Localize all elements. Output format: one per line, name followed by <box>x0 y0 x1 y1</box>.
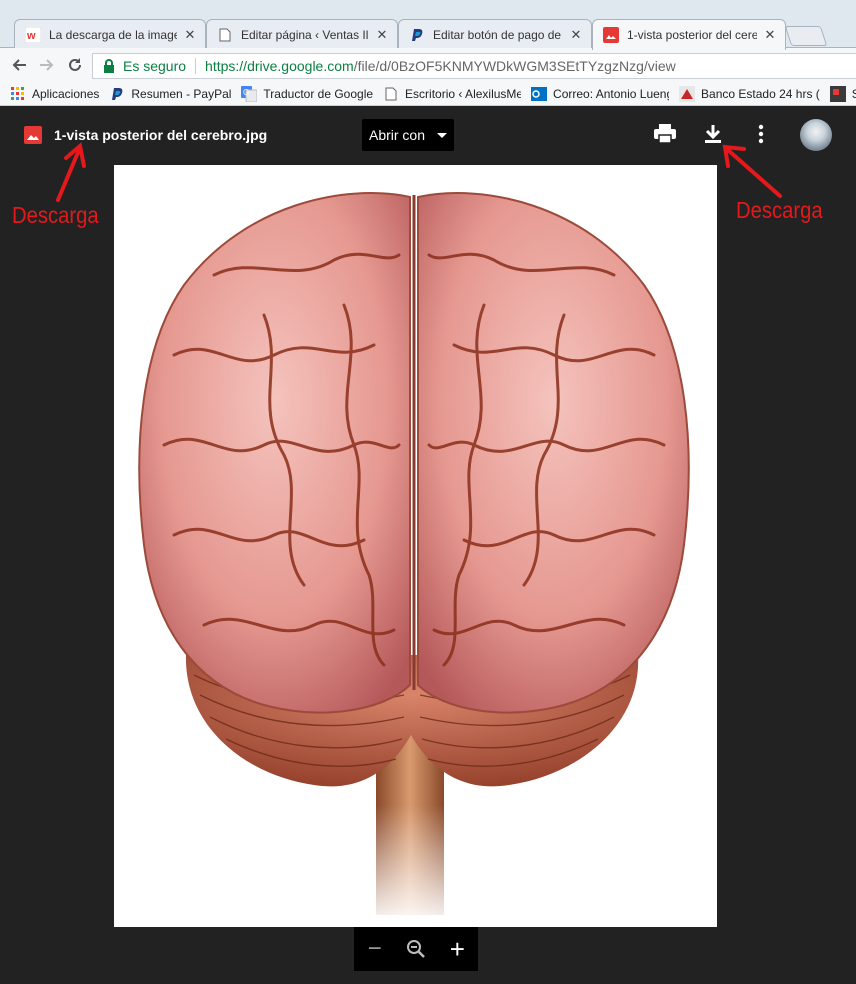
annotation-label-right: Descarga <box>736 197 823 223</box>
tab-vista-posterior[interactable]: 1-vista posterior del cere ✕ <box>592 19 786 50</box>
tab-title: 1-vista posterior del cere <box>627 28 757 42</box>
zoom-out-button[interactable]: − <box>363 935 387 962</box>
image-preview <box>114 165 717 927</box>
zoom-controls: − + <box>354 927 478 971</box>
image-file-icon <box>603 27 619 43</box>
close-icon[interactable]: ✕ <box>763 27 777 43</box>
brain-illustration <box>138 192 690 927</box>
zoom-reset-icon[interactable] <box>404 937 428 961</box>
annotation-label-left: Descarga <box>12 202 99 228</box>
arrow-right-line <box>726 148 782 198</box>
zoom-in-button[interactable]: + <box>445 934 469 964</box>
